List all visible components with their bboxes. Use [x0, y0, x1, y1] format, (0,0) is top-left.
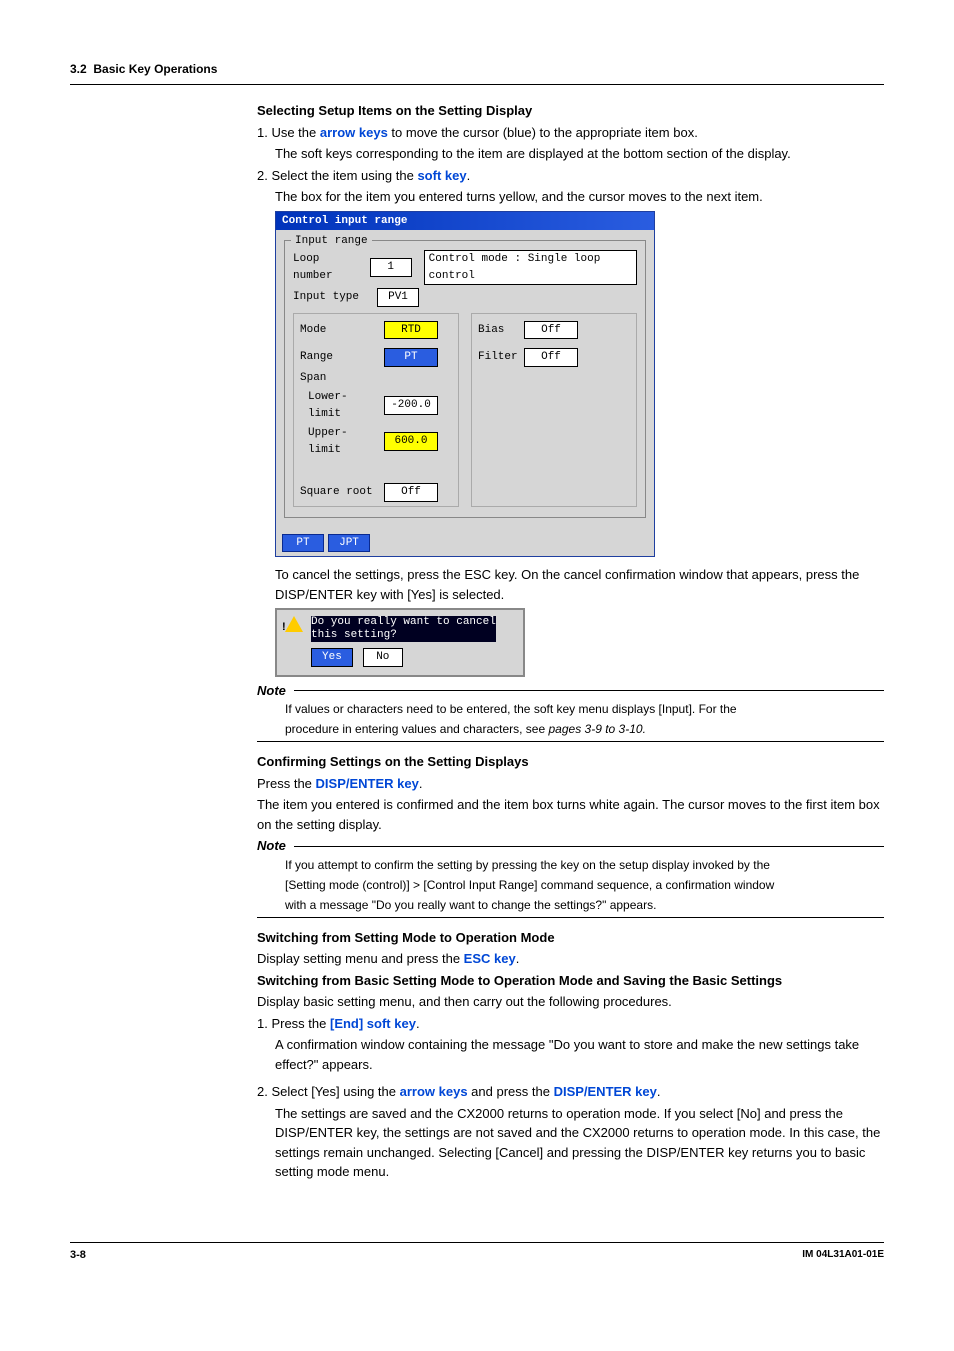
s2-line2: The item you entered is confirmed and th…: [257, 795, 884, 834]
heading-switch-basic-setting-mode: Switching from Basic Setting Mode to Ope…: [257, 971, 884, 991]
input-range-group: Input range Loop number 1 Control mode :…: [284, 240, 646, 518]
section-title: Basic Key Operations: [93, 62, 217, 76]
note2-divider: Note: [257, 836, 884, 856]
bias-field[interactable]: Off: [524, 321, 578, 340]
heading-confirming-settings: Confirming Settings on the Setting Displ…: [257, 752, 884, 772]
warning-icon: !: [285, 616, 303, 639]
header-rule: [70, 84, 884, 85]
input-range-legend: Input range: [291, 233, 372, 250]
section-number: 3.2: [70, 62, 87, 76]
loop-number-field[interactable]: 1: [370, 258, 412, 277]
square-root-label: Square root: [300, 484, 378, 501]
filter-field[interactable]: Off: [524, 348, 578, 367]
panel-titlebar: Control input range: [276, 212, 654, 231]
esc-key-ref: ESC key: [464, 951, 516, 966]
filter-label: Filter: [478, 349, 518, 366]
s4-step1: 1. Press the [End] soft key.: [257, 1014, 884, 1034]
end-soft-key-ref: [End] soft key: [330, 1016, 416, 1031]
upper-limit-label: Upper-limit: [308, 425, 378, 458]
s1-step2-sub: The box for the item you entered turns y…: [257, 187, 884, 207]
range-field[interactable]: PT: [384, 348, 438, 367]
disp-enter-key-ref: DISP/ENTER key: [316, 776, 419, 791]
softkey-bar: PT JPT: [276, 530, 654, 557]
note1-end-rule: [257, 741, 884, 742]
s4-step2: 2. Select [Yes] using the arrow keys and…: [257, 1082, 884, 1102]
dialog-no-button[interactable]: No: [363, 648, 403, 667]
s4-step2-sub: The settings are saved and the CX2000 re…: [257, 1104, 884, 1182]
input-type-label: Input type: [293, 289, 371, 306]
span-label: Span: [300, 370, 378, 387]
range-label: Range: [300, 349, 378, 366]
section-header: 3.2 Basic Key Operations: [70, 60, 884, 78]
note2-body: If you attempt to confirm the setting by…: [257, 856, 884, 914]
square-root-field[interactable]: Off: [384, 483, 438, 502]
disp-enter-key-ref-2: DISP/ENTER key: [554, 1084, 657, 1099]
page-number: 3-8: [70, 1247, 86, 1264]
cancel-confirm-dialog: ! Do you really want to cancel this sett…: [275, 608, 525, 677]
arrow-keys-ref: arrow keys: [320, 125, 388, 140]
mode-label: Mode: [300, 322, 378, 339]
mode-field[interactable]: RTD: [384, 321, 438, 340]
dialog-yes-button[interactable]: Yes: [311, 648, 353, 667]
input-type-field[interactable]: PV1: [377, 288, 419, 307]
control-mode-field: Control mode : Single loop control: [424, 250, 637, 285]
note2-end-rule: [257, 917, 884, 918]
soft-key-ref: soft key: [417, 168, 466, 183]
bias-label: Bias: [478, 322, 518, 339]
dialog-message: Do you really want to cancel this settin…: [311, 616, 496, 642]
heading-selecting-setup: Selecting Setup Items on the Setting Dis…: [257, 101, 884, 121]
s1-cancel-text: To cancel the settings, press the ESC ke…: [257, 565, 884, 604]
heading-switch-setting-mode: Switching from Setting Mode to Operation…: [257, 928, 884, 948]
s3-line1: Display setting menu and press the ESC k…: [257, 949, 884, 969]
lower-limit-label: Lower-limit: [308, 389, 378, 422]
page-ref: pages 3-9 to 3-10.: [549, 722, 646, 736]
right-subgroup: Bias Off Filter Off: [471, 313, 637, 507]
note2-label: Note: [257, 836, 286, 856]
note1-body: If values or characters need to be enter…: [257, 700, 884, 738]
s4-step1-sub: A confirmation window containing the mes…: [257, 1035, 884, 1074]
s1-step1-sub: The soft keys corresponding to the item …: [257, 144, 884, 164]
s4-intro: Display basic setting menu, and then car…: [257, 992, 884, 1012]
manual-code: IM 04L31A01-01E: [802, 1247, 884, 1264]
left-subgroup: Mode RTD Range PT Span Lower-limit -200.…: [293, 313, 459, 507]
control-input-range-panel: Control input range Input range Loop num…: [275, 211, 655, 558]
loop-number-label: Loop number: [293, 251, 364, 284]
upper-limit-field[interactable]: 600.0: [384, 432, 438, 451]
lower-limit-field[interactable]: -200.0: [384, 396, 438, 415]
arrow-keys-ref-2: arrow keys: [400, 1084, 468, 1099]
softkey-pt[interactable]: PT: [282, 534, 324, 553]
s1-step1: 1. Use the arrow keys to move the cursor…: [257, 123, 884, 143]
note1-divider: Note: [257, 681, 884, 701]
s1-step2: 2. Select the item using the soft key.: [257, 166, 884, 186]
note1-label: Note: [257, 681, 286, 701]
page-footer: 3-8 IM 04L31A01-01E: [70, 1242, 884, 1264]
s2-line1: Press the DISP/ENTER key.: [257, 774, 884, 794]
softkey-jpt[interactable]: JPT: [328, 534, 370, 553]
